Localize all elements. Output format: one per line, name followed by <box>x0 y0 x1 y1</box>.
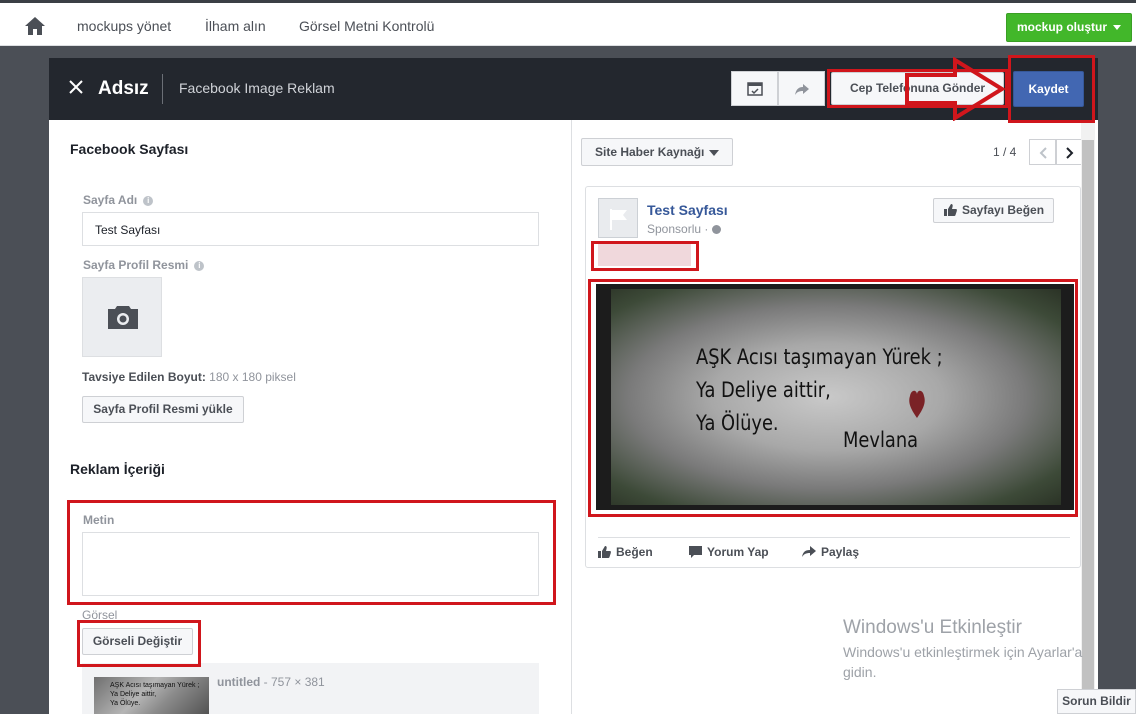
document-type: Facebook Image Reklam <box>179 80 335 96</box>
home-icon[interactable] <box>25 17 45 35</box>
thumbnail-line: Ya Deliye aittir, <box>110 691 157 698</box>
thumbs-up-icon <box>944 204 957 216</box>
thumbnail-text: AŞK Acısı taşımayan Yürek ; Ya Deliye ai… <box>110 681 199 708</box>
share-button[interactable] <box>778 71 825 106</box>
chevron-down-icon <box>709 150 719 156</box>
annotation-box-save <box>1008 55 1095 123</box>
nav-link-inspiration[interactable]: İlham alın <box>205 18 266 34</box>
chevron-left-icon <box>1039 147 1047 159</box>
windows-activation-subtitle: Windows'u etkinleştirmek için Ayarlar'a … <box>843 644 1083 680</box>
next-button[interactable] <box>1056 139 1083 165</box>
profile-picture-label: Sayfa Profil Resmi i <box>83 258 205 272</box>
page-name-label-text: Sayfa Adı <box>83 193 138 207</box>
section-title-ad-content: Reklam İçeriği <box>70 461 165 477</box>
annotation-arrow <box>905 57 1005 121</box>
annotation-box-change-image <box>77 620 201 667</box>
placement-select-value: Site Haber Kaynağı <box>595 145 705 159</box>
share-action-label: Paylaş <box>821 545 860 559</box>
comment-icon <box>689 546 702 558</box>
info-icon[interactable]: i <box>194 260 205 271</box>
thumbs-up-icon <box>598 546 611 558</box>
annotation-box-ad-image <box>588 279 1078 517</box>
sponsored-label: Sponsorlu · <box>647 222 721 236</box>
recommended-size-value: 180 x 180 piksel <box>209 370 296 384</box>
profile-picture-label-text: Sayfa Profil Resmi <box>83 258 189 272</box>
nav-link-image-text-check[interactable]: Görsel Metni Kontrolü <box>299 18 434 34</box>
image-thumbnail: AŞK Acısı taşımayan Yürek ; Ya Deliye ai… <box>94 677 209 714</box>
like-page-label: Sayfayı Beğen <box>962 203 1045 217</box>
page-name-input[interactable]: Test Sayfası <box>82 212 539 246</box>
thumbnail-line: AŞK Acısı taşımayan Yürek ; <box>110 682 200 689</box>
document-title[interactable]: Adsız <box>98 78 149 100</box>
create-mockup-button[interactable]: mockup oluştur <box>1006 13 1132 42</box>
camera-icon <box>108 306 138 329</box>
thumbnail-line: Ya Ölüye. <box>110 700 141 707</box>
like-page-button[interactable]: Sayfayı Beğen <box>933 198 1054 223</box>
flag-icon <box>610 209 627 230</box>
share-arrow-icon <box>802 546 816 557</box>
recommended-size-hint: Tavsiye Edilen Boyut: 180 x 180 piksel <box>82 370 296 384</box>
chevron-right-icon <box>1066 147 1074 159</box>
share-action[interactable]: Paylaş <box>802 545 859 559</box>
post-page-name[interactable]: Test Sayfası <box>647 202 728 218</box>
comment-action-label: Yorum Yap <box>707 545 769 559</box>
like-action[interactable]: Beğen <box>598 545 653 559</box>
image-file-name: untitled <box>217 675 261 689</box>
recommended-size-label: Tavsiye Edilen Boyut: <box>82 370 206 384</box>
preview-pager: 1 / 4 <box>993 145 1017 159</box>
page-name-label: Sayfa Adı i <box>83 193 154 207</box>
previous-button[interactable] <box>1029 139 1056 165</box>
image-file-meta: untitled - 757 × 381 <box>217 675 325 689</box>
preview-icon <box>747 82 763 96</box>
comment-action[interactable]: Yorum Yap <box>689 545 769 559</box>
chevron-down-icon <box>1113 25 1121 31</box>
annotation-box-post-text <box>591 241 699 271</box>
preview-button[interactable] <box>731 71 778 106</box>
section-title-facebook-page: Facebook Sayfası <box>70 141 189 157</box>
upload-profile-picture-button[interactable]: Sayfa Profil Resmi yükle <box>82 396 244 423</box>
top-navigation: mockups yönet İlham alın Görsel Metni Ko… <box>0 0 1136 46</box>
post-divider <box>598 537 1070 538</box>
placement-select[interactable]: Site Haber Kaynağı <box>581 138 733 166</box>
info-icon[interactable]: i <box>143 195 154 206</box>
globe-icon <box>711 225 721 235</box>
annotation-box-text-field <box>67 500 556 605</box>
header-divider <box>162 74 163 104</box>
share-arrow-icon <box>795 84 809 95</box>
profile-picture-placeholder[interactable] <box>82 277 162 357</box>
nav-link-manage-mockups[interactable]: mockups yönet <box>77 18 171 34</box>
page-avatar <box>598 198 638 238</box>
sponsored-text: Sponsorlu · <box>647 222 712 236</box>
report-problem-button[interactable]: Sorun Bildir <box>1057 689 1136 714</box>
create-mockup-label: mockup oluştur <box>1016 20 1107 34</box>
close-icon[interactable] <box>69 80 83 94</box>
preview-scrollbar-thumb[interactable] <box>1082 140 1094 714</box>
image-file-size: - 757 × 381 <box>260 675 325 689</box>
like-action-label: Beğen <box>616 545 653 559</box>
image-thumbnail-row[interactable]: AŞK Acısı taşımayan Yürek ; Ya Deliye ai… <box>82 663 539 714</box>
windows-activation-title: Windows'u Etkinleştir <box>843 617 1022 638</box>
